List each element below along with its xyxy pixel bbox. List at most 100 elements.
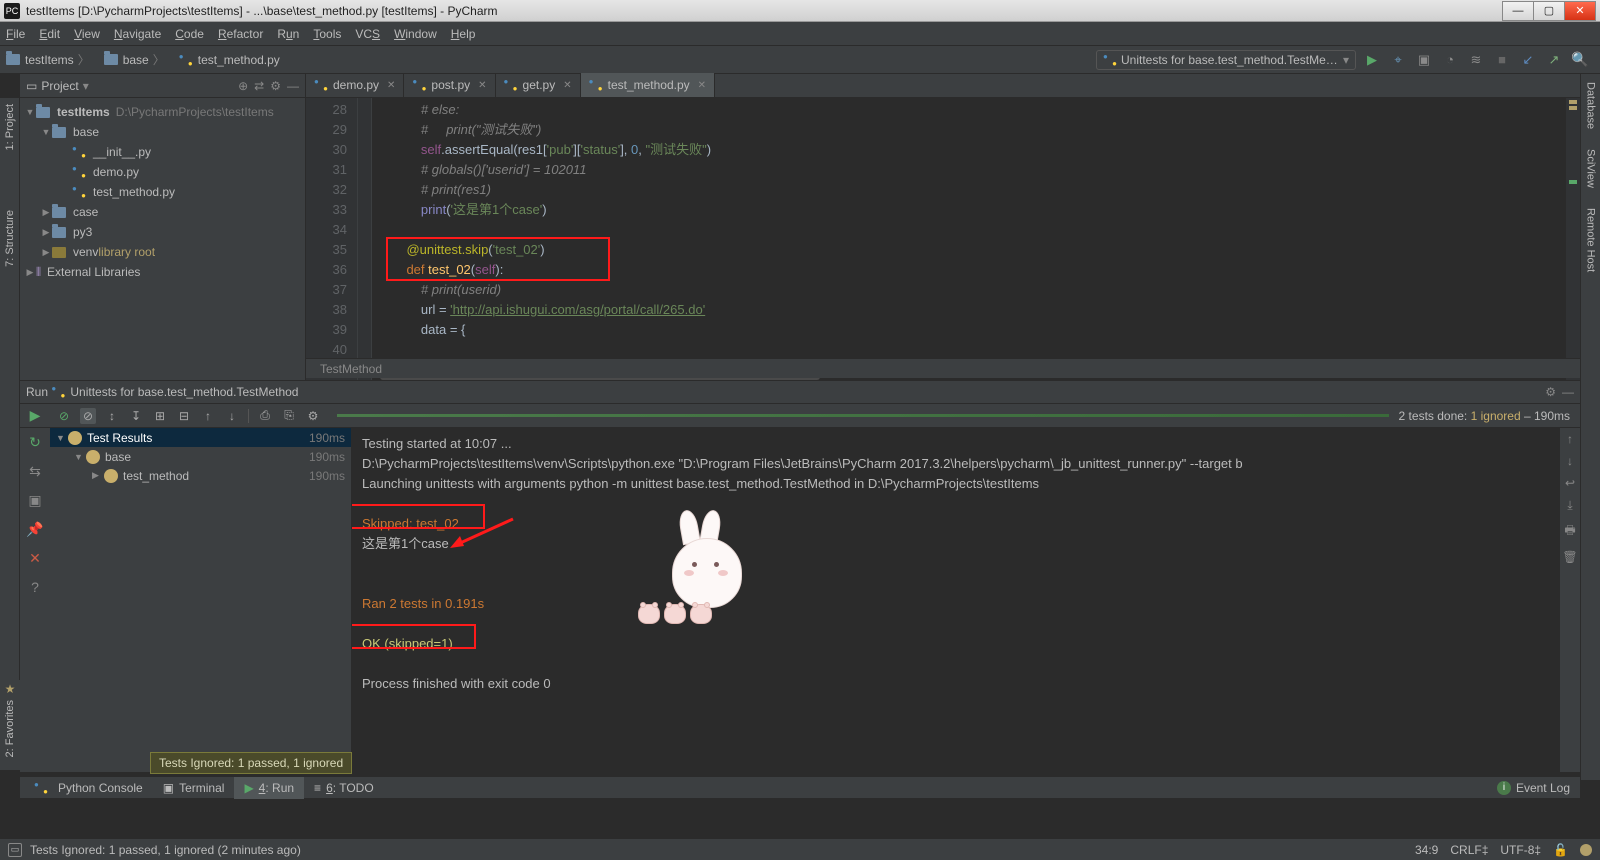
menu-edit[interactable]: Edit	[39, 27, 60, 41]
tree-external-libs[interactable]: ▶⫴External Libraries	[20, 262, 305, 282]
close-icon[interactable]: ✕	[478, 80, 486, 91]
stop-square-icon[interactable]: ▣	[28, 492, 41, 509]
close-button[interactable]: ✕	[1564, 1, 1596, 21]
close-red-icon[interactable]: ✕	[29, 550, 41, 567]
tab-run[interactable]: ▶4: Run	[234, 777, 304, 799]
code-editor[interactable]: 28293031323334353637383940 # else: # pri…	[306, 98, 1580, 380]
prev-icon[interactable]: ↑	[200, 408, 216, 424]
sort-icon[interactable]: ↕	[104, 408, 120, 424]
debug-icon[interactable]: ⌖	[1390, 52, 1406, 68]
test-console[interactable]: Testing started at 10:07 ... D:\PycharmP…	[352, 428, 1560, 772]
vcs-update-icon[interactable]: ↙	[1520, 52, 1536, 68]
toggle-icon[interactable]: ⇆	[29, 463, 41, 480]
close-icon[interactable]: ✕	[563, 80, 571, 91]
menu-run[interactable]: Run	[277, 27, 299, 41]
run-icon[interactable]: ▶	[1364, 52, 1380, 68]
tree-file-init[interactable]: __init__.py	[20, 142, 305, 162]
collapse-icon[interactable]: ⊟	[176, 408, 192, 424]
stop-icon[interactable]: ■	[1494, 52, 1510, 68]
menu-refactor[interactable]: Refactor	[218, 27, 263, 41]
maximize-button[interactable]: ▢	[1533, 1, 1565, 21]
tree-folder-py3[interactable]: ▶py3	[20, 222, 305, 242]
menu-file[interactable]: File	[6, 27, 25, 41]
run-title[interactable]: Run	[26, 385, 48, 399]
tab-todo[interactable]: ≡6: TODO	[304, 777, 384, 799]
show-ignored-icon[interactable]: ⊘	[80, 408, 96, 424]
trash-icon[interactable]: 🗑	[1562, 550, 1577, 564]
readonly-icon[interactable]: 🔓	[1553, 843, 1568, 857]
pin-icon[interactable]: 📌	[26, 521, 43, 538]
breadcrumb-base[interactable]: base〉	[104, 51, 169, 68]
menu-tools[interactable]: Tools	[313, 27, 341, 41]
cursor-pos[interactable]: 34:9	[1415, 843, 1438, 857]
breadcrumb-project[interactable]: testItems〉	[6, 51, 94, 68]
next-icon[interactable]: ↓	[224, 408, 240, 424]
tree-folder-case[interactable]: ▶case	[20, 202, 305, 222]
lock-icon[interactable]: ▭	[8, 843, 22, 857]
tree-folder-base[interactable]: ▼base	[20, 122, 305, 142]
inspector-icon[interactable]	[1580, 844, 1592, 856]
menu-vcs[interactable]: VCS	[355, 27, 380, 41]
profile-icon[interactable]: ◔	[1442, 52, 1458, 68]
test-tree-testmethod[interactable]: ▶test_method190ms	[50, 466, 351, 485]
minimize-button[interactable]: —	[1502, 1, 1534, 21]
autoscroll-icon[interactable]: ⇄	[254, 79, 264, 93]
search-icon[interactable]: 🔍	[1572, 52, 1588, 68]
breadcrumb-file[interactable]: test_method.py	[179, 53, 280, 67]
gear-icon[interactable]: ⚙	[1545, 385, 1556, 399]
test-tree-root[interactable]: ▼Test Results190ms	[50, 428, 351, 447]
rail-sciview[interactable]: SciView	[1585, 149, 1597, 188]
down-arrow-icon[interactable]: ↓	[1567, 454, 1573, 468]
close-icon[interactable]: ✕	[387, 80, 395, 91]
tree-file-testmethod[interactable]: test_method.py	[20, 182, 305, 202]
fold-column[interactable]	[358, 98, 372, 380]
rail-remotehost[interactable]: Remote Host	[1585, 208, 1597, 272]
concurrency-icon[interactable]: ≋	[1468, 52, 1484, 68]
collapse-icon[interactable]: ⊕	[238, 79, 248, 93]
rail-database[interactable]: Database	[1585, 82, 1597, 129]
menu-navigate[interactable]: Navigate	[114, 27, 161, 41]
tab-terminal[interactable]: ▣Terminal	[153, 777, 235, 799]
vcs-commit-icon[interactable]: ↗	[1546, 52, 1562, 68]
menu-help[interactable]: Help	[451, 27, 476, 41]
settings-icon[interactable]: ⚙	[305, 408, 321, 424]
hide-icon[interactable]: —	[1562, 385, 1574, 399]
tab-demo[interactable]: demo.py✕	[306, 73, 404, 97]
line-sep[interactable]: CRLF‡	[1450, 843, 1488, 857]
scroll-icon[interactable]: ⤓	[1567, 498, 1572, 513]
tree-project-root[interactable]: ▼testItemsD:\PycharmProjects\testItems	[20, 102, 305, 122]
project-label[interactable]: Project	[41, 79, 78, 93]
run-config-selector[interactable]: Unittests for base.test_method.TestMetho…	[1096, 50, 1356, 70]
up-arrow-icon[interactable]: ↑	[1567, 432, 1573, 446]
encoding[interactable]: UTF-8‡	[1500, 843, 1541, 857]
tab-python-console[interactable]: Python Console	[24, 777, 153, 799]
menu-code[interactable]: Code	[175, 27, 204, 41]
show-passed-icon[interactable]: ⊘	[56, 408, 72, 424]
test-tree-base[interactable]: ▼base190ms	[50, 447, 351, 466]
rail-project[interactable]: 1: Project	[4, 104, 16, 150]
code-area[interactable]: # else: # print("测试失败") self.assertEqual…	[372, 98, 1566, 380]
tab-post[interactable]: post.py✕	[404, 73, 495, 97]
import-icon[interactable]: ⎘	[281, 408, 297, 424]
rerun-icon[interactable]: ▶	[30, 407, 41, 424]
menu-view[interactable]: View	[74, 27, 100, 41]
rail-favorites[interactable]: 2: Favorites	[4, 700, 16, 757]
editor-marker-rail[interactable]	[1566, 98, 1580, 380]
event-log-button[interactable]: iEvent Log	[1497, 781, 1576, 795]
help-icon[interactable]: ?	[31, 579, 39, 595]
export-icon[interactable]: ⎙	[257, 408, 273, 424]
expand-icon[interactable]: ⊞	[152, 408, 168, 424]
test-tree[interactable]: ▼Test Results190ms ▼base190ms ▶test_meth…	[50, 428, 352, 772]
rail-structure[interactable]: 7: Structure	[4, 210, 16, 267]
rerun-green-icon[interactable]: ↻	[29, 434, 41, 451]
tab-testmethod[interactable]: test_method.py✕	[581, 73, 715, 97]
tab-get[interactable]: get.py✕	[496, 73, 581, 97]
tree-folder-venv[interactable]: ▶venv library root	[20, 242, 305, 262]
tree-file-demo[interactable]: demo.py	[20, 162, 305, 182]
coverage-icon[interactable]: ▣	[1416, 52, 1432, 68]
wrap-icon[interactable]: ↩	[1565, 476, 1575, 490]
hide-icon[interactable]: —	[287, 79, 299, 93]
close-icon[interactable]: ✕	[698, 80, 706, 91]
gear-icon[interactable]: ⚙	[270, 79, 281, 93]
sort-alpha-icon[interactable]: ↧	[128, 408, 144, 424]
